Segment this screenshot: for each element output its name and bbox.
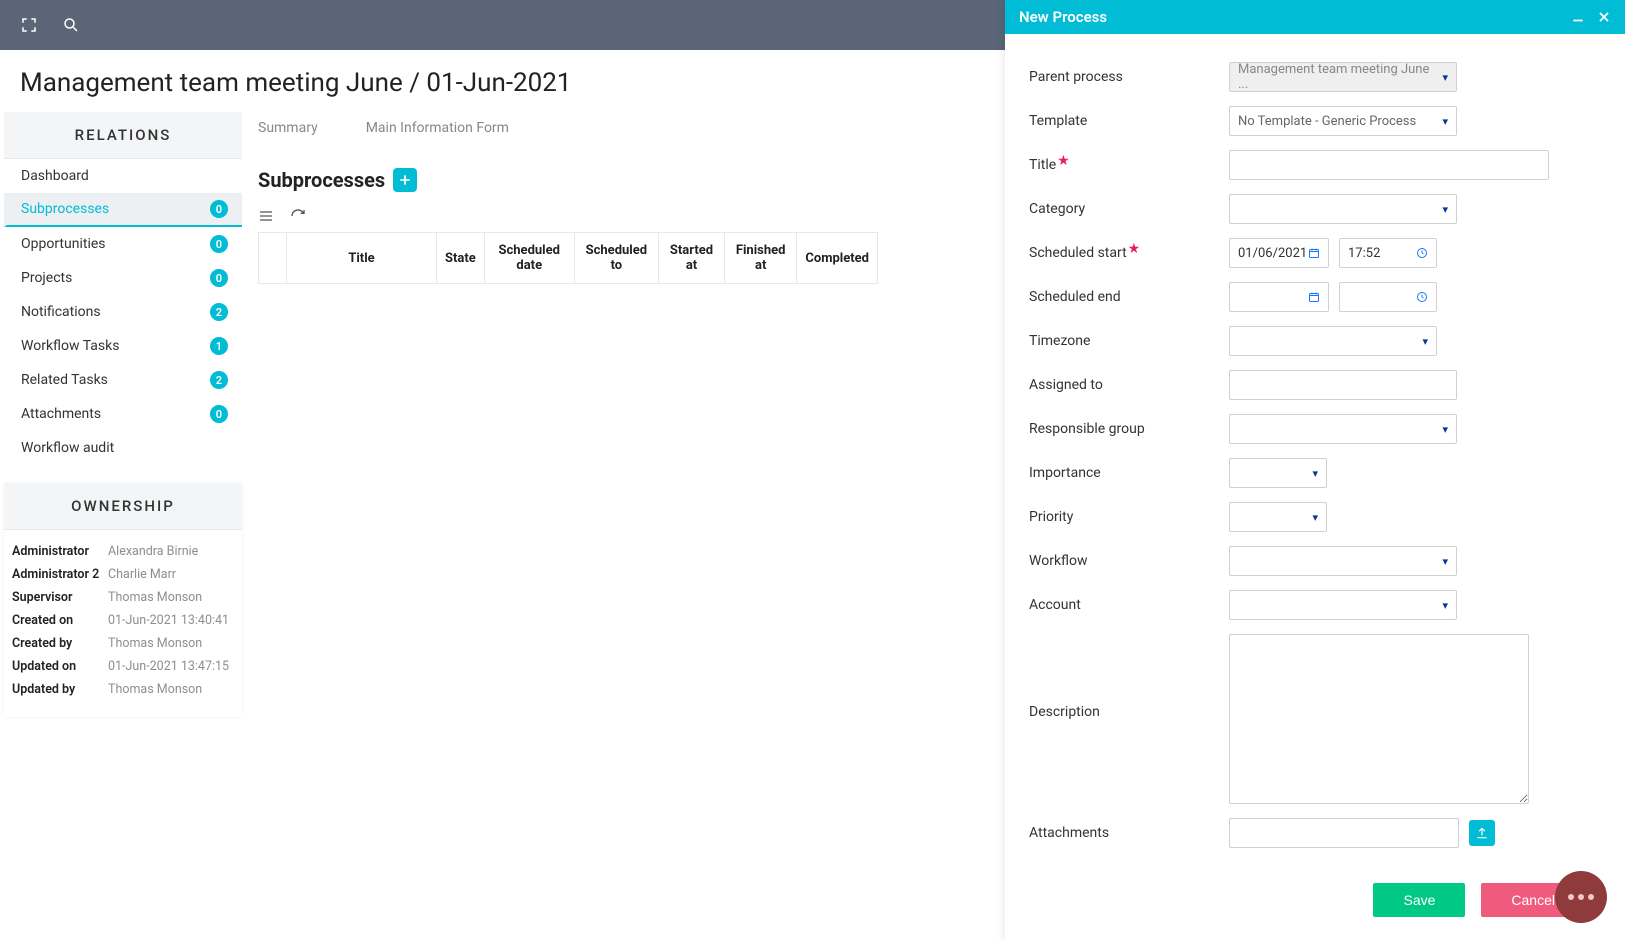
workflow-select[interactable]: ▾: [1229, 546, 1457, 576]
label-priority: Priority: [1029, 509, 1229, 525]
upload-attachment-button[interactable]: [1469, 820, 1495, 846]
title-input[interactable]: [1229, 150, 1549, 180]
sidebar-item-subprocesses[interactable]: Subprocesses0: [4, 193, 242, 227]
chevron-down-icon: ▾: [1442, 115, 1448, 128]
tab-summary[interactable]: Summary: [258, 120, 318, 136]
label-scheduled-start: Scheduled start: [1029, 245, 1127, 261]
badge: 0: [210, 405, 228, 423]
label-title: Title: [1029, 157, 1056, 173]
ownership-panel: OWNERSHIP AdministratorAlexandra Birnie …: [4, 483, 242, 717]
sidebar-item-projects[interactable]: Projects0: [4, 261, 242, 295]
tab-main-info-form[interactable]: Main Information Form: [366, 120, 509, 136]
subprocess-table: Title State Scheduled date Scheduled to …: [258, 232, 878, 284]
chat-widget[interactable]: [1555, 871, 1607, 923]
left-column: RELATIONS Dashboard Subprocesses0 Opport…: [4, 112, 242, 717]
label-category: Category: [1029, 201, 1229, 217]
chevron-down-icon: ▾: [1442, 423, 1448, 436]
account-select[interactable]: ▾: [1229, 590, 1457, 620]
category-select[interactable]: ▾: [1229, 194, 1457, 224]
col-finished-at[interactable]: Finished at: [724, 233, 796, 284]
relations-header: RELATIONS: [4, 112, 242, 159]
label-responsible-group: Responsible group: [1029, 421, 1229, 437]
scheduled-end-time[interactable]: [1339, 282, 1437, 312]
label-importance: Importance: [1029, 465, 1229, 481]
sidebar-item-related-tasks[interactable]: Related Tasks2: [4, 363, 242, 397]
fullscreen-icon[interactable]: [20, 16, 38, 34]
template-select[interactable]: No Template - Generic Process▾: [1229, 106, 1457, 136]
panel-footer: Save Cancel: [1005, 871, 1625, 941]
label-template: Template: [1029, 113, 1229, 129]
sidebar-item-dashboard[interactable]: Dashboard: [4, 159, 242, 193]
attachments-input[interactable]: [1229, 818, 1459, 848]
assigned-to-input[interactable]: [1229, 370, 1457, 400]
label-timezone: Timezone: [1029, 333, 1229, 349]
col-scheduled-to[interactable]: Scheduled to: [574, 233, 658, 284]
label-account: Account: [1029, 597, 1229, 613]
col-completed[interactable]: Completed: [797, 233, 878, 284]
description-textarea[interactable]: [1229, 634, 1529, 804]
label-parent-process: Parent process: [1029, 69, 1229, 85]
badge: 1: [210, 337, 228, 355]
badge: 0: [210, 200, 228, 218]
required-star-icon: ★: [1128, 241, 1141, 257]
badge: 0: [210, 269, 228, 287]
sidebar-item-attachments[interactable]: Attachments0: [4, 397, 242, 431]
menu-icon[interactable]: [258, 208, 274, 224]
panel-title: New Process: [1019, 8, 1107, 26]
label-assigned-to: Assigned to: [1029, 377, 1229, 393]
save-button[interactable]: Save: [1373, 883, 1465, 917]
new-process-panel: New Process Parent process Management te…: [1005, 0, 1625, 941]
calendar-icon: [1308, 291, 1320, 303]
search-icon[interactable]: [62, 16, 80, 34]
add-subprocess-button[interactable]: [393, 168, 417, 192]
chevron-down-icon: ▾: [1312, 467, 1318, 480]
badge: 2: [210, 303, 228, 321]
chevron-down-icon: ▾: [1442, 203, 1448, 216]
chevron-down-icon: ▾: [1442, 599, 1448, 612]
section-title: Subprocesses: [258, 168, 385, 192]
label-workflow: Workflow: [1029, 553, 1229, 569]
responsible-group-select[interactable]: ▾: [1229, 414, 1457, 444]
importance-select[interactable]: ▾: [1229, 458, 1327, 488]
sidebar-item-notifications[interactable]: Notifications2: [4, 295, 242, 329]
chevron-down-icon: ▾: [1312, 511, 1318, 524]
timezone-select[interactable]: ▾: [1229, 326, 1437, 356]
sidebar-item-workflow-tasks[interactable]: Workflow Tasks1: [4, 329, 242, 363]
chevron-down-icon: ▾: [1422, 335, 1428, 348]
relations-list: Dashboard Subprocesses0 Opportunities0 P…: [4, 159, 242, 465]
clock-icon: [1416, 291, 1428, 303]
badge: 2: [210, 371, 228, 389]
label-scheduled-end: Scheduled end: [1029, 289, 1229, 305]
required-star-icon: ★: [1057, 153, 1070, 169]
scheduled-start-time[interactable]: 17:52: [1339, 238, 1437, 268]
ownership-header: OWNERSHIP: [4, 483, 242, 530]
label-description: Description: [1029, 634, 1229, 720]
scheduled-start-date[interactable]: 01/06/2021: [1229, 238, 1329, 268]
col-scheduled-date[interactable]: Scheduled date: [484, 233, 574, 284]
minimize-icon[interactable]: [1571, 10, 1585, 24]
chevron-down-icon: ▾: [1442, 555, 1448, 568]
priority-select[interactable]: ▾: [1229, 502, 1327, 532]
col-started-at[interactable]: Started at: [659, 233, 725, 284]
calendar-icon: [1308, 247, 1320, 259]
badge: 0: [210, 235, 228, 253]
col-state[interactable]: State: [437, 233, 485, 284]
sidebar-item-workflow-audit[interactable]: Workflow audit: [4, 431, 242, 465]
chevron-down-icon: ▾: [1442, 71, 1448, 84]
refresh-icon[interactable]: [290, 208, 306, 224]
col-title[interactable]: Title: [287, 233, 437, 284]
label-attachments: Attachments: [1029, 825, 1229, 841]
panel-header: New Process: [1005, 0, 1625, 34]
close-icon[interactable]: [1597, 10, 1611, 24]
sidebar-item-opportunities[interactable]: Opportunities0: [4, 227, 242, 261]
clock-icon: [1416, 247, 1428, 259]
scheduled-end-date[interactable]: [1229, 282, 1329, 312]
parent-process-select[interactable]: Management team meeting June ...▾: [1229, 62, 1457, 92]
